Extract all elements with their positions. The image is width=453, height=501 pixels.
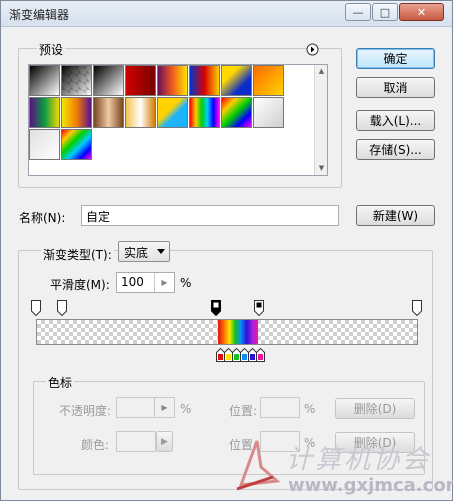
gradient-rainbow-segment bbox=[218, 320, 258, 344]
save-button[interactable]: 存储(S)... bbox=[356, 139, 435, 160]
opacity-location-label: 位置: bbox=[229, 404, 258, 418]
preset-swatch[interactable] bbox=[29, 65, 60, 96]
opacity-location-input bbox=[260, 397, 300, 418]
preset-swatch[interactable] bbox=[221, 65, 252, 96]
presets-label: 预设 bbox=[37, 41, 66, 58]
close-button[interactable]: ✕ bbox=[399, 3, 444, 21]
watermark-url: www.gxjmca.com bbox=[288, 475, 453, 496]
smoothness-input[interactable]: 100 ▶ bbox=[116, 272, 175, 293]
scroll-up-icon[interactable]: ▲ bbox=[315, 65, 328, 77]
minimize-icon: — bbox=[352, 5, 364, 19]
color-label: 颜色: bbox=[81, 438, 110, 452]
gradient-type-value: 实底 bbox=[124, 246, 149, 260]
opacity-location-unit: % bbox=[304, 402, 316, 416]
opacity-stepper-icon: ▶ bbox=[154, 398, 174, 417]
new-button[interactable]: 新建(W) bbox=[356, 205, 435, 226]
preset-swatch[interactable] bbox=[157, 97, 188, 128]
opacity-label: 不透明度: bbox=[59, 404, 112, 418]
preset-swatch[interactable] bbox=[61, 65, 92, 96]
preset-swatch[interactable] bbox=[61, 97, 92, 128]
color-stop-magenta[interactable] bbox=[256, 348, 265, 362]
preset-swatch[interactable] bbox=[189, 65, 220, 96]
preset-swatch[interactable] bbox=[93, 97, 124, 128]
color-picker-arrow-icon: ▶ bbox=[156, 431, 173, 452]
scroll-down-icon[interactable]: ▼ bbox=[315, 162, 328, 174]
maximize-button[interactable]: □ bbox=[372, 3, 398, 21]
watermark-logo-icon bbox=[236, 440, 281, 491]
smoothness-stepper-icon[interactable]: ▶ bbox=[154, 273, 174, 292]
preset-swatch[interactable] bbox=[221, 97, 252, 128]
preset-swatch[interactable] bbox=[29, 129, 60, 160]
preset-swatch[interactable] bbox=[93, 65, 124, 96]
smoothness-label: 平滑度(M): bbox=[50, 278, 110, 292]
opacity-stop-selected[interactable] bbox=[211, 300, 221, 316]
opacity-stop[interactable] bbox=[57, 300, 67, 316]
smoothness-value: 100 bbox=[121, 275, 144, 289]
stops-label: 色标 bbox=[46, 374, 75, 391]
smoothness-unit: % bbox=[180, 276, 192, 290]
preset-swatch[interactable] bbox=[253, 97, 284, 128]
opacity-stop[interactable] bbox=[31, 300, 41, 316]
preset-swatch[interactable] bbox=[61, 129, 92, 160]
delete-opacity-stop-button: 删除(D) bbox=[335, 398, 415, 419]
title-bar[interactable]: 渐变编辑器 — □ ✕ bbox=[1, 1, 452, 27]
gradient-type-label: 渐变类型(T): bbox=[41, 246, 114, 263]
close-icon: ✕ bbox=[416, 5, 427, 19]
preset-swatch[interactable] bbox=[125, 65, 156, 96]
cancel-button[interactable]: 取消 bbox=[356, 77, 435, 98]
window-title: 渐变编辑器 bbox=[9, 8, 70, 22]
load-button[interactable]: 载入(L)... bbox=[356, 110, 435, 131]
color-swatch-input bbox=[116, 431, 156, 452]
watermark-text: 计算机协会 bbox=[286, 445, 432, 475]
name-input[interactable]: 自定 bbox=[81, 205, 339, 226]
name-label: 名称(N): bbox=[19, 211, 66, 225]
preset-scrollbar[interactable]: ▲ ▼ bbox=[314, 65, 327, 175]
gradient-editor-window: 渐变编辑器 — □ ✕ 预设 ▲ ▼ 确定 取消 载入(L)... 存储(S).… bbox=[0, 0, 453, 501]
preset-swatch[interactable] bbox=[253, 65, 284, 96]
maximize-icon: □ bbox=[379, 5, 391, 19]
opacity-input: ▶ bbox=[116, 397, 175, 418]
minimize-button[interactable]: — bbox=[345, 3, 371, 21]
ok-button[interactable]: 确定 bbox=[356, 48, 435, 69]
preset-swatch[interactable] bbox=[157, 65, 188, 96]
chevron-down-icon bbox=[157, 249, 165, 254]
preset-swatch[interactable] bbox=[125, 97, 156, 128]
opacity-stop[interactable] bbox=[412, 300, 422, 316]
gradient-type-select[interactable]: 实底 bbox=[118, 241, 170, 262]
preset-swatch[interactable] bbox=[29, 97, 60, 128]
arrow-right-circle-icon[interactable] bbox=[306, 43, 319, 56]
opacity-unit: % bbox=[180, 402, 192, 416]
gradient-preview-bar[interactable] bbox=[36, 319, 418, 345]
preset-swatch[interactable] bbox=[189, 97, 220, 128]
opacity-stop[interactable] bbox=[254, 300, 264, 316]
